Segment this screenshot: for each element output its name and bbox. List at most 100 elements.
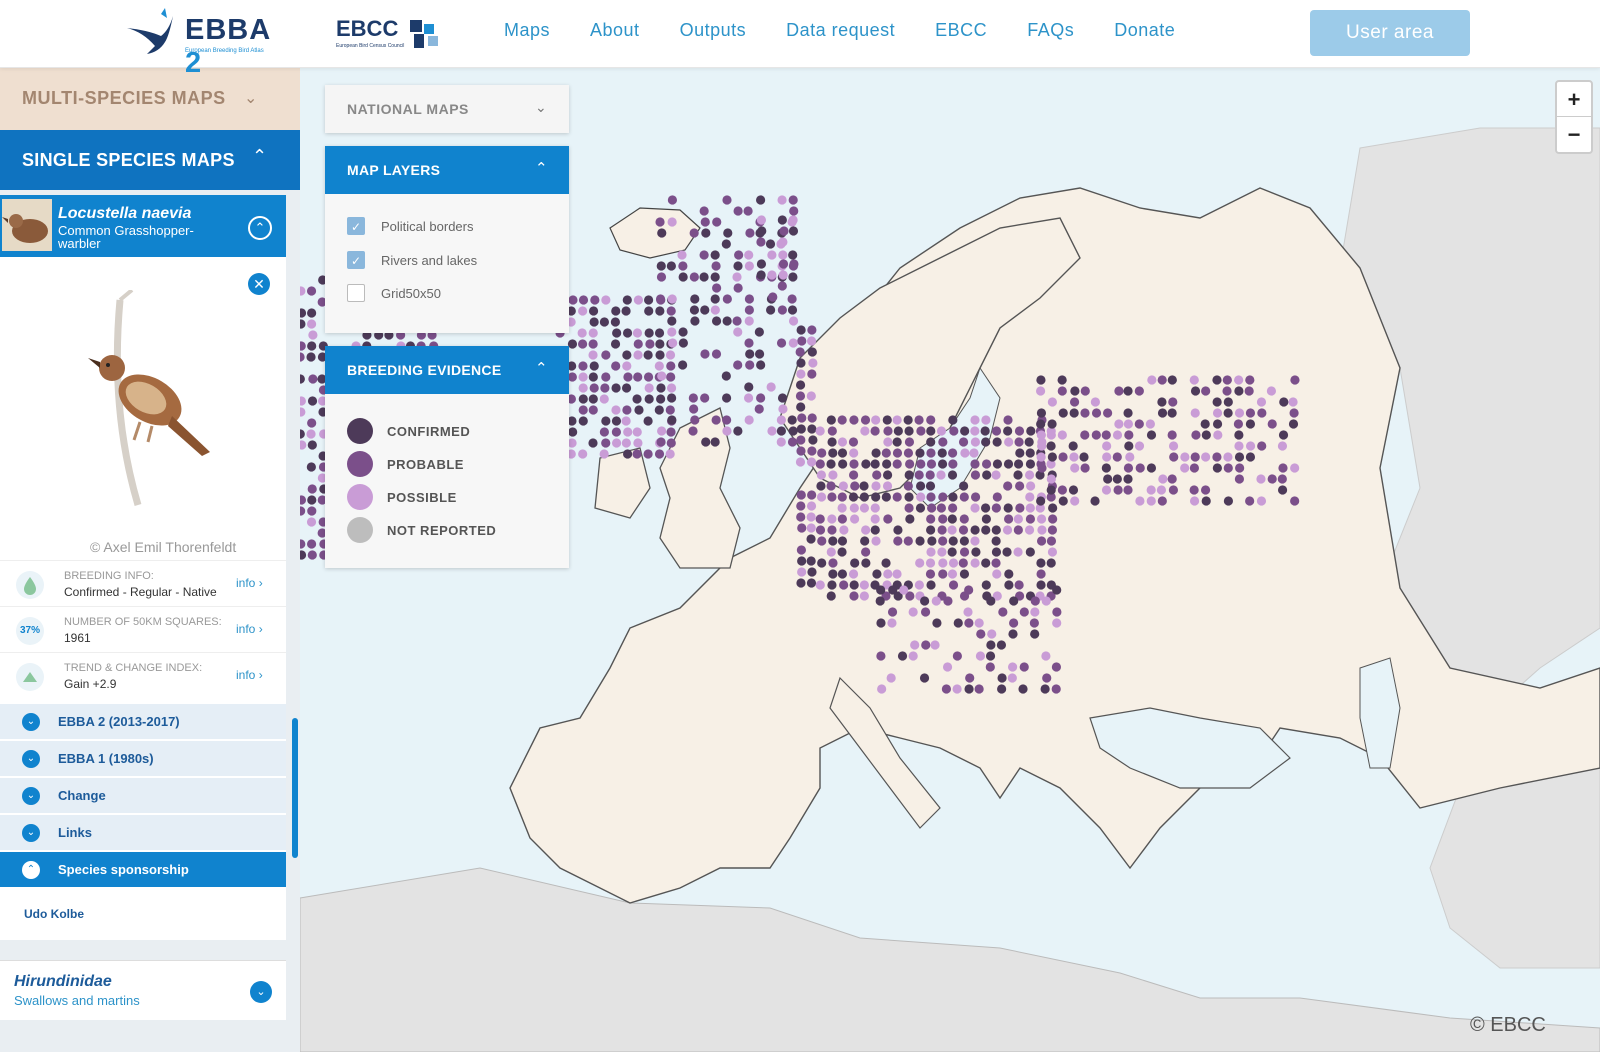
- grid-checkbox[interactable]: [347, 284, 365, 302]
- breeding-evidence-title: BREEDING EVIDENCE: [347, 362, 502, 378]
- collapse-species-icon[interactable]: ⌃: [248, 216, 272, 240]
- sponsor-name: Udo Kolbe: [24, 907, 84, 921]
- species-latin-name: Locustella naevia: [58, 205, 192, 222]
- iceland-land: [609, 207, 701, 259]
- drop-icon: [16, 571, 44, 599]
- ebcc-wordmark: EBCC: [336, 16, 399, 41]
- main-nav: Maps About Outputs Data request EBCC FAQ…: [504, 20, 1215, 41]
- zoom-in-button[interactable]: +: [1557, 82, 1591, 117]
- chevron-up-icon: ⌃: [535, 360, 548, 377]
- nav-maps[interactable]: Maps: [504, 20, 550, 41]
- zoom-control: + −: [1555, 80, 1593, 154]
- squares-label: NUMBER OF 50KM SQUARES:: [64, 616, 222, 628]
- squares-value: 1961: [64, 631, 91, 645]
- not-reported-dot: [347, 517, 373, 543]
- probable-label: PROBABLE: [387, 457, 464, 472]
- map-layers-panel: MAP LAYERS ⌃ ✓ Political borders ✓ River…: [325, 146, 569, 333]
- multi-species-label: MULTI-SPECIES MAPS: [22, 88, 226, 108]
- nav-about[interactable]: About: [590, 20, 640, 41]
- chevron-down-icon: ⌄: [22, 713, 40, 731]
- ebcc-emblem-icon: [410, 20, 438, 48]
- section-ebba2[interactable]: ⌄ EBBA 2 (2013-2017): [0, 703, 286, 739]
- swift-bird-icon: [127, 8, 173, 54]
- chevron-down-icon: ⌄: [22, 824, 40, 842]
- species-panel: Locustella naevia Common Grasshopper-war…: [0, 195, 286, 940]
- nav-data-request[interactable]: Data request: [786, 20, 895, 41]
- species-thumbnail: [2, 199, 52, 251]
- ebcc-subtitle: European Bird Census Council: [336, 43, 405, 49]
- ebcc-logo[interactable]: EBCC European Bird Census Council: [336, 12, 454, 58]
- ebba-subtitle: European Breeding Bird Atlas: [185, 48, 264, 54]
- species-illustration: [88, 290, 210, 506]
- breeding-evidence-header[interactable]: BREEDING EVIDENCE ⌃: [325, 346, 569, 394]
- breeding-info-link[interactable]: info ›: [236, 576, 263, 590]
- trend-info-link[interactable]: info ›: [236, 668, 263, 682]
- trend-row: TREND & CHANGE INDEX: Gain +2.9 info ›: [0, 652, 286, 698]
- north-africa-land: [300, 867, 1600, 1052]
- species-common-name: Common Grasshopper-warbler: [58, 223, 194, 251]
- national-maps-label: NATIONAL MAPS: [347, 101, 469, 117]
- grid-label: Grid50x50: [381, 286, 441, 301]
- chevron-up-icon: ⌃: [22, 861, 40, 879]
- sidebar-scrollbar[interactable]: [292, 718, 298, 858]
- family-common-name: Swallows and martins: [14, 993, 140, 1008]
- nav-outputs[interactable]: Outputs: [680, 20, 747, 41]
- possible-label: POSSIBLE: [387, 490, 457, 505]
- triangle-up-icon: [16, 663, 44, 691]
- single-species-label: SINGLE SPECIES MAPS: [22, 150, 235, 170]
- possible-dot: [347, 484, 373, 510]
- rivers-lakes-checkbox[interactable]: ✓: [347, 251, 365, 269]
- map-layers-header[interactable]: MAP LAYERS ⌃: [325, 146, 569, 194]
- section-links-label: Links: [58, 825, 92, 840]
- trend-label: TREND & CHANGE INDEX:: [64, 662, 203, 674]
- map-copyright: © EBCC: [1470, 1014, 1546, 1036]
- section-change-label: Change: [58, 788, 106, 803]
- chevron-down-icon: ⌄: [22, 787, 40, 805]
- breeding-info-row: BREEDING INFO: Confirmed - Regular - Nat…: [0, 560, 286, 606]
- squares-row: 37% NUMBER OF 50KM SQUARES: 1961 info ›: [0, 606, 286, 652]
- chevron-up-icon: ⌃: [252, 146, 268, 166]
- section-links[interactable]: ⌄ Links: [0, 814, 286, 850]
- probable-dot: [347, 451, 373, 477]
- chevron-up-icon: ⌃: [535, 160, 548, 177]
- rivers-lakes-label: Rivers and lakes: [381, 253, 478, 268]
- not-reported-label: NOT REPORTED: [387, 523, 497, 538]
- percentage-badge: 37%: [16, 617, 44, 645]
- confirmed-dot: [347, 418, 373, 444]
- trend-value: Gain +2.9: [64, 677, 117, 691]
- species-header[interactable]: Locustella naevia Common Grasshopper-war…: [0, 195, 286, 257]
- nav-ebcc[interactable]: EBCC: [935, 20, 987, 41]
- ebba-wordmark: EBBA 2: [185, 14, 272, 79]
- nav-donate[interactable]: Donate: [1114, 20, 1175, 41]
- left-sidebar: MULTI-SPECIES MAPS ⌄ SINGLE SPECIES MAPS…: [0, 68, 300, 1052]
- squares-info-link[interactable]: info ›: [236, 622, 263, 636]
- confirmed-label: CONFIRMED: [387, 424, 471, 439]
- map-layers-title: MAP LAYERS: [347, 162, 441, 178]
- section-sponsorship-label: Species sponsorship: [58, 862, 189, 877]
- chevron-down-icon: ⌄: [244, 90, 258, 107]
- top-header: EBBA 2 European Breeding Bird Atlas EBCC…: [0, 0, 1600, 79]
- nav-faqs[interactable]: FAQs: [1027, 20, 1074, 41]
- breeding-info-label: BREEDING INFO:: [64, 570, 154, 582]
- chevron-down-icon: ⌄: [535, 99, 547, 115]
- family-latin-name: Hirundinidae: [14, 973, 112, 990]
- section-ebba1-label: EBBA 1 (1980s): [58, 751, 154, 766]
- family-hirundinidae[interactable]: Hirundinidae Swallows and martins ⌄: [0, 960, 286, 1020]
- user-area-button[interactable]: User area: [1310, 10, 1470, 56]
- section-species-sponsorship[interactable]: ⌃ Species sponsorship: [0, 851, 286, 887]
- chevron-down-icon: ⌄: [250, 981, 272, 1003]
- breeding-info-value: Confirmed - Regular - Native: [64, 585, 217, 599]
- photo-credit: © Axel Emil Thorenfeldt: [90, 539, 237, 555]
- section-ebba2-label: EBBA 2 (2013-2017): [58, 714, 180, 729]
- breeding-evidence-panel: BREEDING EVIDENCE ⌃ CONFIRMED PROBABLE P…: [325, 346, 569, 568]
- section-change[interactable]: ⌄ Change: [0, 777, 286, 813]
- political-borders-checkbox[interactable]: ✓: [347, 217, 365, 235]
- chevron-down-icon: ⌄: [22, 750, 40, 768]
- close-icon[interactable]: ✕: [248, 273, 270, 295]
- political-borders-label: Political borders: [381, 219, 474, 234]
- ebba2-logo[interactable]: EBBA 2 European Breeding Bird Atlas: [125, 6, 285, 79]
- national-maps-dropdown[interactable]: NATIONAL MAPS ⌄: [325, 85, 569, 133]
- zoom-out-button[interactable]: −: [1557, 117, 1591, 152]
- single-species-maps-toggle[interactable]: SINGLE SPECIES MAPS ⌃: [0, 130, 300, 190]
- section-ebba1[interactable]: ⌄ EBBA 1 (1980s): [0, 740, 286, 776]
